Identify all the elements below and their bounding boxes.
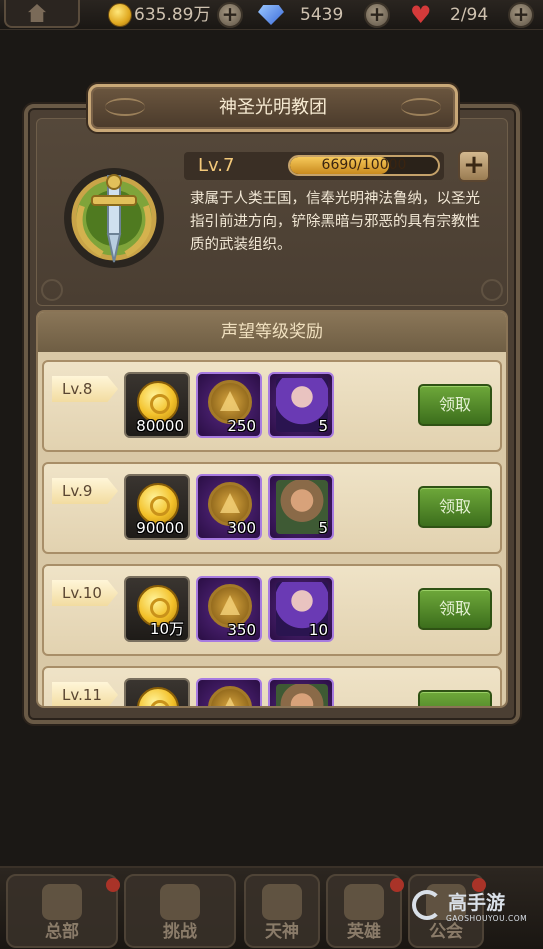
reward-level-tag: Lv.8 — [52, 376, 118, 402]
gold-reward-slot[interactable]: 80000 — [124, 372, 190, 438]
rewards-heading: 声望等级奖励 — [38, 312, 506, 352]
corner-ornament — [481, 279, 503, 301]
reward-row: Lv.10 10万 350 10 领取 — [42, 564, 502, 656]
reputation-progress-bar: 6690/10000 — [288, 155, 440, 176]
nav-challenge[interactable]: 挑战 — [124, 874, 236, 948]
hero-reward-slot[interactable]: 10 — [268, 576, 334, 642]
reward-count: 80000 — [136, 417, 184, 435]
home-button[interactable] — [4, 0, 80, 28]
reward-count: 10万 — [149, 620, 184, 638]
claim-button[interactable]: 领取 — [418, 588, 492, 630]
reward-level-tag: Lv.11 — [52, 682, 118, 706]
reward-level-tag: Lv.9 — [52, 478, 118, 504]
nav-heroes[interactable]: 英雄 — [326, 874, 404, 948]
nav-gods[interactable]: 天神 — [244, 874, 320, 948]
reward-row: Lv.9 90000 300 5 领取 — [42, 462, 502, 554]
corner-ornament — [41, 279, 63, 301]
add-reputation-button[interactable]: + — [458, 150, 490, 182]
hero-portrait-icon — [276, 684, 328, 706]
faction-description: 隶属于人类王国，信奉光明神法鲁纳，以圣光指引前进方向，铲除黑暗与邪恶的具有宗教性… — [190, 191, 480, 253]
nav-label: 挑战 — [163, 922, 197, 942]
faction-emblem-icon — [64, 168, 164, 268]
rune-icon — [208, 686, 252, 706]
hero-icon — [344, 884, 384, 920]
heart-icon: ♥ — [410, 1, 432, 29]
reward-count: 90000 — [136, 519, 184, 537]
reward-row: Lv.11 — [42, 666, 502, 706]
reward-count: 300 — [227, 519, 256, 537]
hero-reward-slot[interactable]: 5 — [268, 372, 334, 438]
faction-level: Lv.7 — [198, 155, 235, 176]
home-icon — [28, 4, 46, 22]
site-logo-icon — [412, 890, 442, 920]
title-banner: 神圣光明教团 — [88, 84, 458, 132]
nav-label: 英雄 — [347, 922, 381, 942]
claim-button[interactable]: 领取 — [418, 384, 492, 426]
castle-icon — [42, 884, 82, 920]
swords-icon — [160, 884, 200, 920]
hero-reward-slot[interactable]: 5 — [268, 474, 334, 540]
gem-amount: 5439 — [300, 5, 344, 25]
watermark-domain: GAOSHOUYOU.COM — [446, 914, 528, 923]
rune-reward-slot[interactable]: 300 — [196, 474, 262, 540]
gold-coin-icon — [137, 687, 179, 706]
nav-label: 天神 — [265, 922, 299, 942]
add-gems-button[interactable]: + — [364, 2, 390, 28]
gold-reward-slot[interactable]: 10万 — [124, 576, 190, 642]
gold-reward-slot[interactable] — [124, 678, 190, 706]
reward-level-tag: Lv.10 — [52, 580, 118, 606]
reputation-rewards-list[interactable]: 声望等级奖励 Lv.8 80000 250 5 领取 Lv.9 90000 30… — [36, 310, 508, 708]
nav-headquarters[interactable]: 总部 — [6, 874, 120, 948]
reward-row: Lv.8 80000 250 5 领取 — [42, 360, 502, 452]
gold-amount: 635.89万 — [134, 5, 211, 25]
rune-reward-slot[interactable]: 350 — [196, 576, 262, 642]
reward-count: 250 — [227, 417, 256, 435]
site-watermark: 高手游 GAOSHOUYOU.COM — [412, 888, 532, 928]
faction-title: 神圣光明教团 — [219, 97, 327, 118]
hero-reward-slot[interactable] — [268, 678, 334, 706]
reward-count: 350 — [227, 621, 256, 639]
add-stamina-button[interactable]: + — [508, 2, 534, 28]
stamina-amount: 2/94 — [450, 5, 489, 25]
rune-reward-slot[interactable] — [196, 678, 262, 706]
watermark-name: 高手游 — [448, 892, 506, 914]
reward-count: 10 — [308, 621, 328, 639]
rune-reward-slot[interactable]: 250 — [196, 372, 262, 438]
gold-coin-icon — [108, 3, 132, 27]
gold-reward-slot[interactable]: 90000 — [124, 474, 190, 540]
reward-count: 5 — [318, 417, 328, 435]
god-icon — [262, 884, 302, 920]
notification-dot — [106, 878, 120, 892]
reputation-progress-text: 6690/10000 — [321, 157, 407, 173]
claim-button[interactable]: 领取 — [418, 486, 492, 528]
claim-button[interactable] — [418, 690, 492, 706]
add-gold-button[interactable]: + — [217, 2, 243, 28]
notification-dot — [390, 878, 404, 892]
nav-label: 总部 — [45, 922, 79, 942]
reward-count: 5 — [318, 519, 328, 537]
gem-icon — [258, 5, 284, 25]
top-resource-bar: 635.89万 + 5439 + ♥ 2/94 + — [0, 0, 543, 30]
